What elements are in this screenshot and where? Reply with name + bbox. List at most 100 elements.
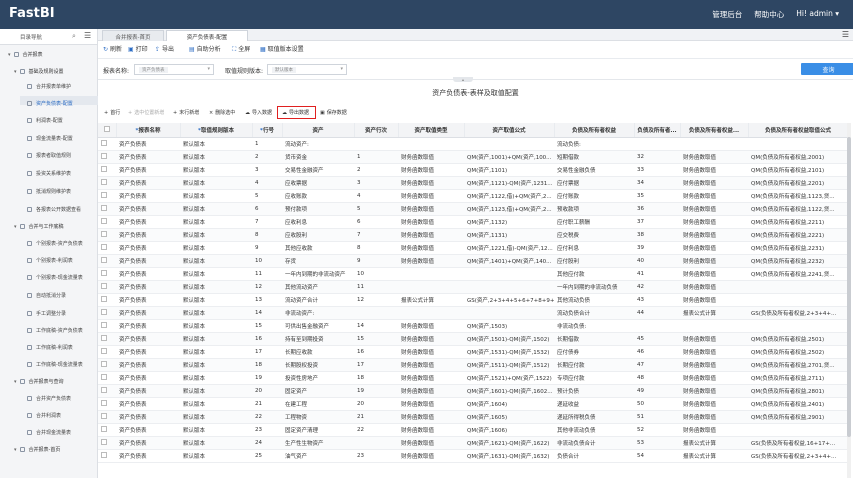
- table-cell[interactable]: QM(负债及所有者权益,2221): [748, 228, 848, 242]
- table-row[interactable]: 资产负债表 默认版本 7 应收利息 6 财务函数取值 QM(资产,1132) 应付职工薪酬 37…: [98, 215, 848, 229]
- table-cell[interactable]: 资产负债表: [116, 449, 180, 463]
- table-cell[interactable]: 资产负债表: [116, 163, 180, 177]
- table-cell[interactable]: QM(资产,1401)+QM(资产,140...: [464, 254, 554, 268]
- table-cell[interactable]: 10: [354, 267, 398, 281]
- table-cell[interactable]: 54: [634, 449, 680, 463]
- table-cell[interactable]: 应收账款: [282, 189, 354, 203]
- table-cell[interactable]: QM(资产,1221,借)-QM(资产,12...: [464, 241, 554, 255]
- table-cell[interactable]: 53: [634, 436, 680, 450]
- search-icon[interactable]: ⌕: [72, 32, 76, 41]
- table-row[interactable]: 资产负债表 默认版本 2 货币资金 1 财务函数取值 QM(资产,1001)+QM(资产,1…: [98, 150, 848, 164]
- sidebar-item[interactable]: 合并报表单维护: [27, 83, 71, 90]
- table-cell[interactable]: 报表公式计算: [680, 436, 748, 450]
- table-cell[interactable]: 长期应付款: [554, 358, 634, 372]
- table-cell[interactable]: 应付债券: [554, 345, 634, 359]
- table-cell[interactable]: QM(负债及所有者权益,2241,贷...: [748, 267, 848, 281]
- table-cell[interactable]: 资产负债表: [116, 410, 180, 424]
- table-cell[interactable]: 财务函数取值: [680, 189, 748, 203]
- table-cell[interactable]: 9: [354, 254, 398, 268]
- table-cell[interactable]: 预付款项: [282, 202, 354, 216]
- table-cell[interactable]: 18: [252, 358, 282, 372]
- table-cell[interactable]: 50: [634, 397, 680, 411]
- table-cell[interactable]: 资产负债表: [116, 306, 180, 320]
- table-cell[interactable]: 专项应付款: [554, 371, 634, 385]
- table-cell[interactable]: QM(资产,1121)-QM(资产,1231...: [464, 176, 554, 190]
- table-cell[interactable]: 32: [634, 150, 680, 164]
- table-cell[interactable]: [398, 137, 464, 151]
- first-row-button[interactable]: + 首行: [104, 109, 120, 116]
- table-cell[interactable]: 22: [252, 410, 282, 424]
- col-header[interactable]: 负债及所有者权益: [554, 123, 635, 138]
- table-cell[interactable]: 15: [252, 319, 282, 333]
- table-cell[interactable]: 默认版本: [180, 397, 252, 411]
- table-cell[interactable]: 油气资产: [282, 449, 354, 463]
- table-cell[interactable]: GS(负债及所有者权益,2+3+4+...: [748, 306, 848, 320]
- table-cell[interactable]: 资产负债表: [116, 176, 180, 190]
- table-cell[interactable]: 一年内到期的非流动资产: [282, 267, 354, 281]
- table-cell[interactable]: [680, 319, 748, 333]
- table-cell[interactable]: 40: [634, 254, 680, 268]
- table-cell[interactable]: 18: [354, 371, 398, 385]
- row-checkbox[interactable]: [98, 345, 116, 359]
- row-checkbox[interactable]: [98, 189, 116, 203]
- table-cell[interactable]: 财务函数取值: [398, 423, 464, 437]
- sidebar-item[interactable]: 各报表公开数据查看: [27, 206, 81, 213]
- col-header[interactable]: 资产行次: [354, 123, 399, 138]
- tab-consolidated-home[interactable]: 合并报表-首页: [102, 30, 164, 41]
- table-cell[interactable]: 4: [252, 176, 282, 190]
- table-cell[interactable]: 财务函数取值: [680, 215, 748, 229]
- table-cell[interactable]: 23: [354, 449, 398, 463]
- table-cell[interactable]: 递延收益: [554, 397, 634, 411]
- table-cell[interactable]: 16: [354, 345, 398, 359]
- table-cell[interactable]: 34: [634, 176, 680, 190]
- table-cell[interactable]: 资产负债表: [116, 241, 180, 255]
- table-cell[interactable]: QM(资产,1101): [464, 163, 554, 177]
- self-analysis-button[interactable]: ▤ 自助分析: [189, 44, 221, 53]
- table-cell[interactable]: 财务函数取值: [680, 254, 748, 268]
- table-cell[interactable]: 16: [252, 332, 282, 346]
- row-checkbox[interactable]: [98, 332, 116, 346]
- sidebar-item[interactable]: 利润表-配置: [27, 117, 63, 124]
- table-cell[interactable]: [398, 306, 464, 320]
- table-cell[interactable]: 财务函数取值: [398, 150, 464, 164]
- col-header[interactable]: 负债及所有者...: [634, 123, 681, 138]
- sidebar-item[interactable]: ▾ 合并报表-首页: [14, 446, 60, 453]
- row-checkbox[interactable]: [98, 163, 116, 177]
- table-cell[interactable]: 流动负债:: [554, 137, 634, 151]
- sidebar-item[interactable]: 报表者取值规则: [27, 152, 71, 159]
- table-cell[interactable]: 财务函数取值: [398, 358, 464, 372]
- table-cell[interactable]: 报表公式计算: [680, 449, 748, 463]
- table-cell[interactable]: 工程物资: [282, 410, 354, 424]
- col-header[interactable]: 资产取值类型: [398, 123, 465, 138]
- fullscreen-button[interactable]: ⛶ 全屏: [232, 44, 250, 54]
- query-button[interactable]: 查询: [801, 63, 853, 75]
- sidebar-item[interactable]: 合并资产负债表: [27, 395, 71, 402]
- sidebar-item[interactable]: 个别报表-利润表: [27, 257, 73, 264]
- table-cell[interactable]: 默认版本: [180, 241, 252, 255]
- table-row[interactable]: 资产负债表 默认版本 10 存货 9 财务函数取值 QM(资产,1401)+QM(资产,14…: [98, 254, 848, 268]
- menu-icon[interactable]: ☰: [84, 31, 91, 40]
- scrollbar-thumb[interactable]: [847, 137, 851, 437]
- table-cell[interactable]: 财务函数取值: [398, 241, 464, 255]
- table-cell[interactable]: 流动资产:: [282, 137, 354, 151]
- table-cell[interactable]: 14: [354, 319, 398, 333]
- table-cell[interactable]: 财务函数取值: [398, 449, 464, 463]
- table-row[interactable]: 资产负债表 默认版本 6 预付款项 5 财务函数取值 QM(资产,1123,借)+QM(资产…: [98, 202, 848, 216]
- table-cell[interactable]: 财务函数取值: [398, 228, 464, 242]
- table-cell[interactable]: 默认版本: [180, 150, 252, 164]
- sidebar-item[interactable]: ▾ 合并与工作底稿: [14, 223, 64, 230]
- table-cell[interactable]: 默认版本: [180, 410, 252, 424]
- table-cell[interactable]: QM(负债及所有者权益,2231): [748, 241, 848, 255]
- table-cell[interactable]: 财务函数取值: [680, 371, 748, 385]
- table-cell[interactable]: 财务函数取值: [680, 228, 748, 242]
- collapse-handle[interactable]: ▴: [453, 77, 473, 82]
- table-cell[interactable]: 应付利息: [554, 241, 634, 255]
- table-cell[interactable]: 44: [634, 306, 680, 320]
- table-cell[interactable]: 应付职工薪酬: [554, 215, 634, 229]
- tab-list-icon[interactable]: ☰: [842, 30, 849, 39]
- table-row[interactable]: 资产负债表 默认版本 3 交易性金融资产 2 财务函数取值 QM(资产,1101) 交易性金融…: [98, 163, 848, 177]
- table-cell[interactable]: 流动资产合计: [282, 293, 354, 307]
- table-cell[interactable]: 46: [634, 345, 680, 359]
- table-cell[interactable]: 长期借款: [554, 332, 634, 346]
- table-cell[interactable]: 资产负债表: [116, 371, 180, 385]
